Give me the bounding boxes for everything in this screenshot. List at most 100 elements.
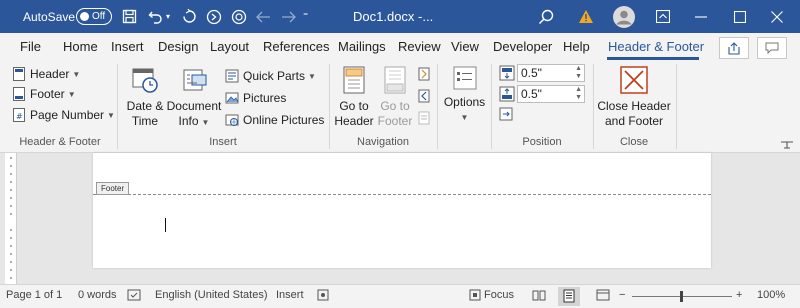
tab-references[interactable]: References — [263, 39, 329, 54]
focus-label[interactable]: Focus — [484, 289, 514, 301]
tab-mailings[interactable]: Mailings — [338, 39, 386, 54]
link-to-previous-icon[interactable] — [417, 111, 431, 128]
ribbon-tabs: File Home Insert Design Layout Reference… — [0, 33, 800, 60]
word-count[interactable]: 0 words — [78, 289, 117, 301]
macro-icon[interactable] — [316, 288, 330, 302]
date-time-label-2: Time — [131, 114, 159, 128]
go-to-header-button[interactable]: Go to Header — [333, 65, 375, 129]
search-icon[interactable] — [538, 0, 554, 33]
go-to-footer-button[interactable]: Go to Footer — [375, 65, 415, 129]
online-pictures-label: Online Pictures — [243, 113, 325, 127]
autosave-toggle[interactable]: Off — [76, 8, 112, 25]
options-icon — [453, 66, 476, 90]
footer-button[interactable]: Footer ▼ — [12, 85, 76, 103]
zoom-in-icon[interactable]: + — [736, 289, 742, 301]
tab-review[interactable]: Review — [398, 39, 441, 54]
footer-from-bottom-stepper[interactable]: 0.5" ▲ ▼ — [517, 85, 585, 103]
tab-help[interactable]: Help — [563, 39, 590, 54]
focus-icon[interactable] — [468, 288, 482, 302]
page-number-icon: # — [12, 108, 26, 122]
date-time-button[interactable]: Date & Time — [124, 65, 166, 129]
pictures-button[interactable]: Pictures — [225, 89, 286, 107]
page-number-button[interactable]: # Page Number ▼ — [12, 106, 115, 124]
footer-from-bottom-value: 0.5" — [521, 87, 542, 101]
group-label-position: Position — [522, 136, 562, 148]
save-icon[interactable] — [122, 0, 137, 33]
autosave-state: Off — [92, 11, 106, 22]
tab-layout[interactable]: Layout — [210, 39, 249, 54]
web-layout-icon[interactable] — [596, 288, 610, 302]
redo-icon[interactable] — [182, 0, 197, 33]
insert-mode[interactable]: Insert — [276, 289, 304, 301]
tab-view[interactable]: View — [451, 39, 479, 54]
back-arrow-icon[interactable] — [256, 0, 271, 33]
document-info-button[interactable]: Document Info ▼ — [166, 65, 222, 130]
go-to-header-icon — [343, 66, 365, 94]
previous-section-icon[interactable] — [417, 67, 431, 84]
header-from-top-stepper[interactable]: 0.5" ▲ ▼ — [517, 64, 585, 82]
header-position-icon — [499, 65, 515, 84]
footer-boundary-line — [93, 194, 711, 195]
next-section-icon[interactable] — [417, 89, 431, 106]
quick-parts-label: Quick Parts — [243, 69, 306, 83]
document-area: Footer — [0, 153, 800, 284]
warning-icon[interactable] — [578, 0, 594, 33]
tab-home[interactable]: Home — [63, 39, 98, 54]
document-info-label-1: Document — [166, 99, 222, 113]
proofing-icon[interactable] — [127, 288, 141, 302]
language[interactable]: English (United States) — [155, 289, 268, 301]
pictures-icon — [225, 91, 239, 105]
comment-icon — [765, 42, 779, 54]
spin-arrows-icon[interactable]: ▲ ▼ — [575, 65, 582, 81]
maximize-icon[interactable] — [734, 0, 746, 33]
tab-insert[interactable]: Insert — [111, 39, 144, 54]
spin-arrows-icon[interactable]: ▲ ▼ — [575, 86, 582, 102]
read-mode-icon[interactable] — [532, 288, 546, 302]
comments-button[interactable] — [757, 37, 787, 59]
status-bar: Page 1 of 1 0 words English (United Stat… — [0, 284, 800, 308]
chevron-down-icon: ▼ — [308, 71, 316, 81]
tab-file[interactable]: File — [20, 39, 41, 54]
undo-dropdown-icon[interactable]: ▾ — [166, 0, 170, 33]
zoom-level[interactable]: 100% — [757, 289, 785, 301]
document-page[interactable]: Footer — [93, 153, 711, 268]
share-button[interactable] — [719, 37, 749, 59]
ribbon-display-icon[interactable] — [656, 0, 670, 33]
tab-design[interactable]: Design — [158, 39, 198, 54]
header-button[interactable]: Header ▼ — [12, 65, 80, 83]
go-to-header-label-1: Go to — [339, 99, 369, 113]
zoom-slider-thumb[interactable] — [680, 291, 683, 302]
page-count[interactable]: Page 1 of 1 — [6, 289, 62, 301]
go-to-footer-label-1: Go to — [380, 99, 410, 113]
print-layout-icon — [563, 289, 575, 303]
forward-icon[interactable] — [206, 0, 222, 33]
options-button[interactable]: Options ▼ — [441, 65, 488, 125]
print-layout-button[interactable] — [558, 287, 580, 306]
group-separator — [676, 64, 677, 149]
minimize-icon[interactable] — [695, 0, 707, 33]
more-icon[interactable]: ⁼ — [303, 0, 308, 33]
undo-icon[interactable] — [148, 0, 164, 33]
close-icon[interactable] — [771, 0, 783, 33]
collapse-ribbon-icon[interactable] — [780, 139, 794, 152]
quick-parts-button[interactable]: Quick Parts ▼ — [225, 67, 316, 85]
autosave-label: AutoSave — [23, 9, 76, 24]
close-header-footer-button[interactable]: Close Header and Footer — [596, 65, 672, 129]
close-header-label-1: Close Header — [597, 99, 671, 113]
chevron-down-icon: ▼ — [72, 69, 81, 79]
insert-alignment-tab-icon[interactable] — [499, 107, 513, 124]
vertical-ruler — [5, 153, 17, 284]
footer-tag: Footer — [96, 182, 130, 195]
refresh-icon[interactable] — [231, 0, 247, 33]
forward-arrow-icon[interactable] — [281, 0, 296, 33]
online-pictures-icon — [225, 113, 239, 127]
pictures-label: Pictures — [243, 91, 287, 105]
document-title: Doc1.docx -... — [353, 9, 434, 24]
options-label: Options — [443, 95, 486, 109]
tab-developer[interactable]: Developer — [493, 39, 552, 54]
online-pictures-button[interactable]: Online Pictures — [225, 111, 324, 129]
zoom-out-icon[interactable]: − — [619, 289, 625, 301]
tab-header-footer[interactable]: Header & Footer — [608, 39, 704, 54]
avatar[interactable] — [613, 0, 635, 33]
chevron-down-icon: ▼ — [107, 110, 115, 120]
